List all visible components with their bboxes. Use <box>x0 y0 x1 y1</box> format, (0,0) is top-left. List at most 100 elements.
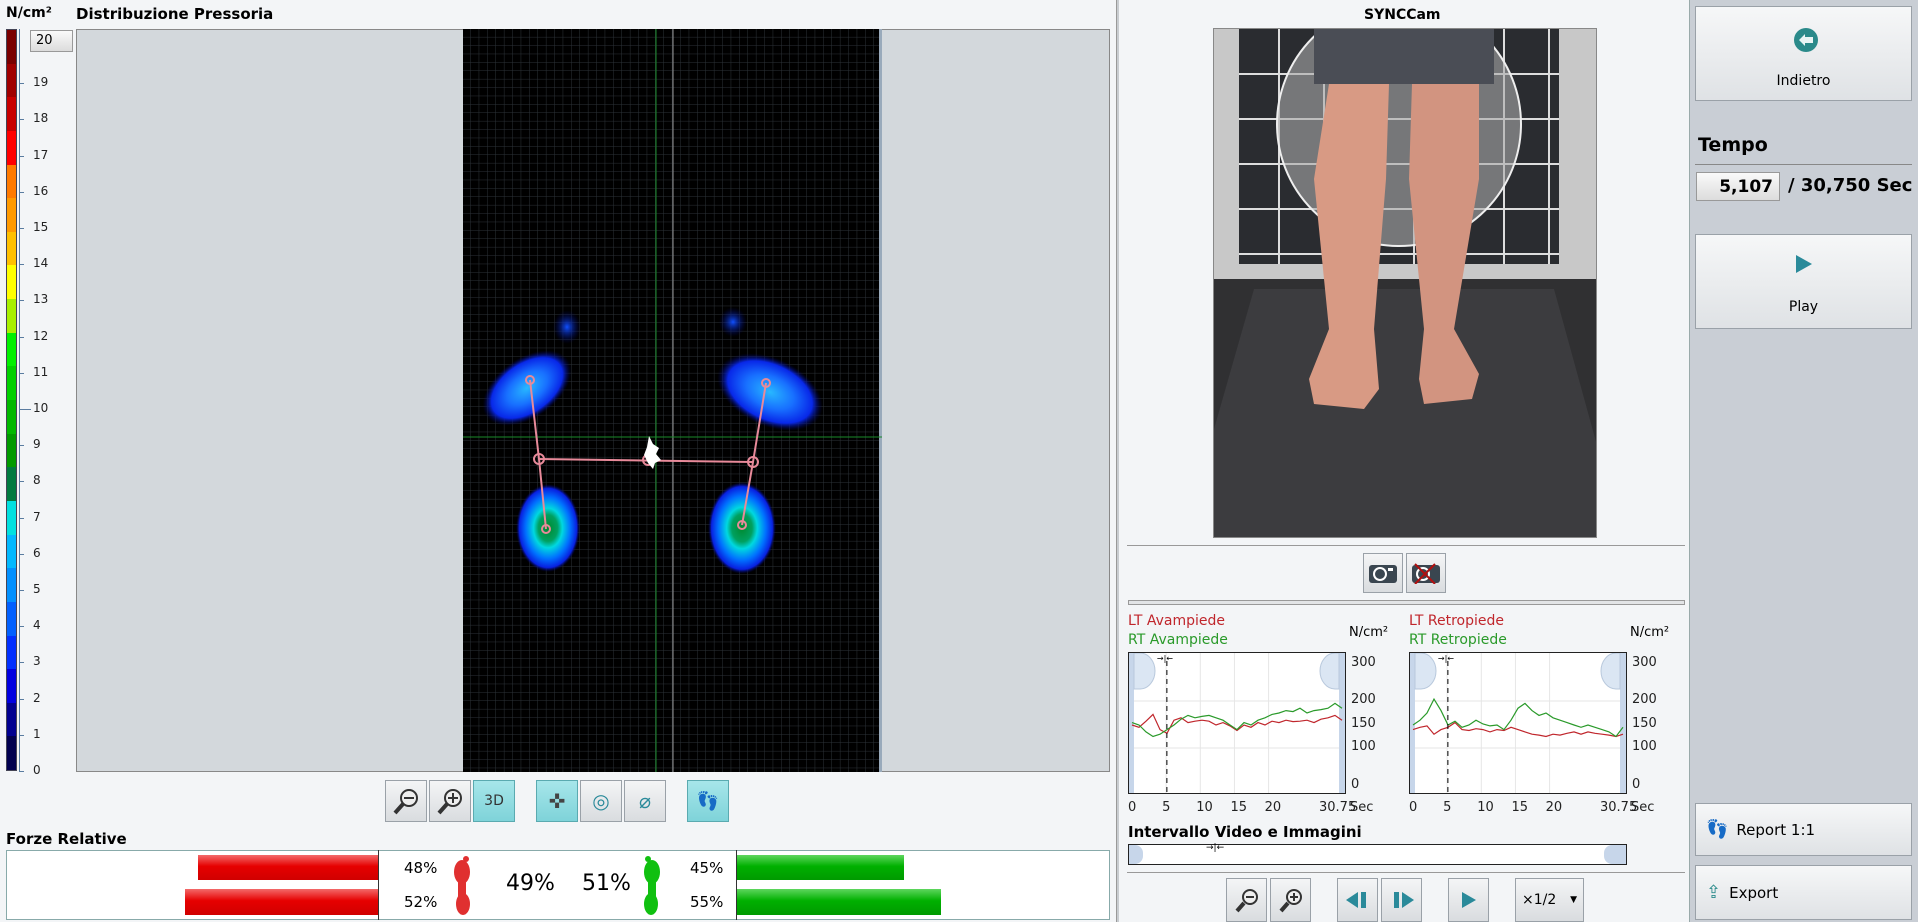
step-back-icon <box>1345 892 1366 908</box>
scale-color-step <box>7 97 16 131</box>
interval-end-handle[interactable] <box>1604 845 1626 864</box>
feet-target-button[interactable]: ◎ <box>580 780 622 822</box>
scale-color-step <box>7 467 16 501</box>
scale-color-step <box>7 130 16 165</box>
x-tick-label: 20 <box>1264 800 1282 815</box>
video-image <box>1214 29 1596 537</box>
timeline-play-button[interactable] <box>1448 878 1489 922</box>
pressure-title: Distribuzione Pressoria <box>76 5 274 23</box>
chevron-down-icon: ▼ <box>1570 895 1577 905</box>
y-tick-label: 0 <box>1632 777 1641 792</box>
report-button[interactable]: 👣 Report 1:1 <box>1695 803 1912 856</box>
series-line-rt-avampiede <box>1131 702 1343 738</box>
left-heel-blob <box>516 484 580 572</box>
scale-color-step <box>7 400 16 434</box>
map-zoom-in-button[interactable] <box>429 780 471 822</box>
pressure-map-area[interactable] <box>76 29 1110 772</box>
series-line-lt-avampiede <box>1131 713 1343 735</box>
left-forefoot-bar <box>198 855 378 880</box>
back-button[interactable]: Indietro <box>1695 6 1912 101</box>
map-zoom-out-button[interactable] <box>385 780 427 822</box>
range-end-handle <box>1600 653 1621 690</box>
scale-color-step <box>7 635 16 670</box>
zoom-out-icon <box>393 789 418 815</box>
x-tick-label: 0 <box>1409 800 1418 815</box>
step-back-button[interactable] <box>1337 878 1378 922</box>
y-tick-label: 200 <box>1351 692 1376 707</box>
scale-tick-label: 5 <box>33 582 41 596</box>
range-end-handle <box>1620 653 1626 793</box>
scale-color-step <box>7 265 16 300</box>
play-button[interactable]: Play <box>1695 234 1912 329</box>
x-axis-unit: Sec <box>1350 800 1374 815</box>
y-tick-label: 0 <box>1351 777 1360 792</box>
y-axis-unit: N/cm² <box>1349 625 1389 640</box>
right-rearfoot-bar <box>737 889 941 915</box>
scale-tick-label: 7 <box>33 509 41 524</box>
force-chart-avampiede[interactable]: →|← <box>1128 652 1346 794</box>
3d-view-button[interactable]: 3D <box>473 780 515 822</box>
zoom-in-icon <box>1278 889 1302 913</box>
snapshot-button[interactable] <box>1363 553 1403 593</box>
scale-color-step <box>7 601 16 636</box>
scale-tick-label: 6 <box>33 545 41 560</box>
scale-tick-label: 19 <box>33 75 49 90</box>
delete-snapshot-button[interactable] <box>1406 553 1446 593</box>
video-frame[interactable] <box>1213 28 1597 538</box>
x-tick-label: 15 <box>1511 800 1528 815</box>
scale-color-step <box>7 736 16 771</box>
interval-title: Intervallo Video e Immagini <box>1128 823 1362 841</box>
interval-start-handle[interactable] <box>1129 845 1143 864</box>
panel-splitter[interactable] <box>1116 0 1119 922</box>
play-label: Play <box>1788 299 1819 315</box>
right-toe-blob <box>719 307 747 337</box>
legend-lt: LT Avampiede <box>1128 613 1226 629</box>
export-label: Export <box>1729 883 1779 902</box>
scale-color-step <box>7 164 16 199</box>
scale-tick-label: 0 <box>33 763 41 777</box>
range-start-handle <box>1133 653 1156 690</box>
forces-title: Forze Relative <box>6 830 127 848</box>
color-scale-bar <box>6 29 17 771</box>
scale-color-step <box>7 231 16 266</box>
step-forward-button[interactable] <box>1381 878 1422 922</box>
feet-crosshair-icon: ✜ <box>548 789 566 813</box>
pressure-map <box>463 29 882 772</box>
feet-diameter-button[interactable]: ⌀ <box>624 780 666 822</box>
scale-unit-label: N/cm² <box>6 5 52 21</box>
zoom-out-icon <box>1234 889 1258 913</box>
range-start-handle <box>1414 653 1437 690</box>
feet-outline-button[interactable]: 👣 <box>687 780 729 822</box>
speed-select[interactable]: ×1/2 ▼ <box>1515 878 1584 922</box>
cursor-arrows-icon: →|← <box>1438 654 1454 663</box>
interval-cursor-icon[interactable]: →|← <box>1206 843 1224 853</box>
left-rearfoot-percent: 52% <box>404 893 438 911</box>
y-tick-label: 300 <box>1351 655 1376 670</box>
scale-tick-label: 15 <box>33 220 49 234</box>
feet-target-icon: ◎ <box>592 789 610 813</box>
scale-tick-label: 4 <box>33 618 41 633</box>
scale-tick-label: 11 <box>33 364 49 379</box>
timeline-zoom-out-button[interactable] <box>1226 878 1267 922</box>
scale-tick-label: 2 <box>33 690 41 705</box>
feet-cross-button[interactable]: ✜ <box>536 780 578 822</box>
right-forefoot-percent: 45% <box>690 859 724 877</box>
time-current-input[interactable]: 5,107 <box>1696 172 1780 201</box>
force-chart-retropiede[interactable]: →|← <box>1409 652 1627 794</box>
x-tick-label: 5 <box>1443 800 1452 815</box>
report-label: Report 1:1 <box>1736 820 1816 839</box>
timeline-zoom-in-button[interactable] <box>1270 878 1311 922</box>
camera-icon <box>1369 565 1397 583</box>
legend-rt: RT Retropiede <box>1409 632 1507 648</box>
interval-slider[interactable]: →|← <box>1128 843 1627 865</box>
scale-color-step <box>7 500 16 535</box>
scale-color-step <box>7 669 16 703</box>
scale-max-input[interactable]: 20 <box>30 30 73 52</box>
zoom-in-icon <box>437 789 462 815</box>
export-button[interactable]: ⇪ Export <box>1695 865 1912 920</box>
time-title: Tempo <box>1698 134 1768 156</box>
scale-tick-label: 10 <box>33 401 49 415</box>
y-tick-label: 100 <box>1351 739 1376 754</box>
scale-color-step <box>7 299 16 333</box>
cam-title: SYNCCam <box>1364 7 1441 23</box>
